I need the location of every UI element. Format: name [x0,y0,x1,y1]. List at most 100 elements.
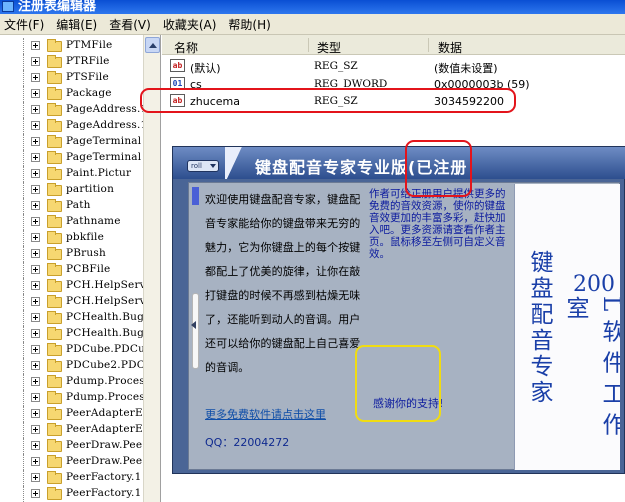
menu-favorites[interactable]: 收藏夹(A) [159,16,225,33]
expand-plus-icon[interactable] [31,361,40,370]
expand-plus-icon[interactable] [31,153,40,162]
expand-plus-icon[interactable] [31,121,40,130]
tree-item[interactable]: PeerAdapterE [0,406,143,422]
expand-plus-icon[interactable] [31,217,40,226]
tree-item[interactable]: PCHealth.Bug [0,326,144,342]
column-divider[interactable] [428,38,429,52]
tree-item[interactable]: PeerDraw.Pee [0,438,143,454]
tree-item[interactable]: PeerDraw.Pee [0,454,143,470]
expand-plus-icon[interactable] [31,201,40,210]
expand-plus-icon[interactable] [31,329,40,338]
expand-plus-icon[interactable] [31,345,40,354]
tree-item[interactable]: Path [0,198,143,214]
expand-plus-icon[interactable] [31,489,40,498]
tree-item[interactable]: PTMFile [0,38,143,54]
expand-plus-icon[interactable] [31,185,40,194]
tree-item-label: PeerFactory.1 [66,487,142,499]
tree-connector-line [23,198,24,214]
tree-item[interactable]: PeerFactory.1 [0,470,143,486]
expand-plus-icon[interactable] [31,441,40,450]
folder-icon [47,71,62,84]
tree-item[interactable]: PeerFactory.1 [0,486,143,502]
year-text: 200 [573,272,615,297]
tree-item[interactable]: PDCube2.PDCu [0,358,152,374]
expand-plus-icon[interactable] [31,457,40,466]
tree-item[interactable]: Paint.Pictur [0,166,143,182]
column-divider[interactable] [308,38,309,52]
tree-item[interactable]: PCH.HelpServ [0,278,146,294]
scroll-thumb[interactable] [192,293,199,369]
tree-connector-line [23,326,24,342]
tree-item[interactable]: PTRFile [0,54,143,70]
column-header-data[interactable]: 数据 [438,39,462,56]
expand-plus-icon[interactable] [31,57,40,66]
tree-connector-line [23,374,24,390]
tree-item[interactable]: PCH.HelpServ [0,294,146,310]
expand-plus-icon[interactable] [31,137,40,146]
tree-item-label: PeerDraw.Pee [66,455,143,467]
expand-plus-icon[interactable] [31,313,40,322]
tree-item-label: Pdump.Proces [66,375,145,387]
expand-plus-icon[interactable] [31,89,40,98]
tree-item[interactable]: PageTerminal [0,150,143,166]
tree-connector-line [23,470,24,486]
tree-connector-line [23,278,24,294]
expand-plus-icon[interactable] [31,377,40,386]
tree-connector-line [23,422,24,438]
tree-item[interactable]: PCHealth.Bug [0,310,144,326]
tree-item-label: Path [66,199,91,211]
folder-icon [47,231,62,244]
expand-plus-icon[interactable] [31,41,40,50]
value-row[interactable]: ab (默认) REG_SZ (数值未设置) [162,57,625,75]
app-popup-window[interactable]: roll 键盘配音专家专业版(已注册 欢迎使用键盘配音专家，键盘配音专家能给你的… [172,146,625,474]
folder-icon [47,375,62,388]
tree-item[interactable]: PageAddress.1 [0,118,147,134]
expand-plus-icon[interactable] [31,249,40,258]
expand-plus-icon[interactable] [31,473,40,482]
expand-plus-icon[interactable] [31,409,40,418]
expand-plus-icon[interactable] [31,297,40,306]
popup-titlebar[interactable]: roll 键盘配音专家专业版(已注册 [173,147,625,179]
menu-help[interactable]: 帮助(H) [224,16,278,33]
tree-item[interactable]: Pathname [0,214,143,230]
expand-plus-icon[interactable] [31,393,40,402]
folder-icon [47,247,62,260]
tree-item[interactable]: PCBFile [0,262,143,278]
expand-plus-icon[interactable] [31,105,40,114]
column-header-type[interactable]: 类型 [317,39,341,56]
tree-item[interactable]: partition [0,182,143,198]
scroll-up-arrow-icon[interactable] [145,37,160,53]
menu-view[interactable]: 查看(V) [105,16,159,33]
tree-item-label: PCH.HelpServ [66,279,146,291]
expand-plus-icon[interactable] [31,169,40,178]
menu-edit[interactable]: 编辑(E) [52,16,105,33]
roll-button[interactable]: roll [187,160,219,172]
tree-item[interactable]: Pdump.Proces [0,390,145,406]
menu-file[interactable]: 文件(F) [0,16,52,33]
expand-plus-icon[interactable] [31,233,40,242]
tree-item[interactable]: Pdump.Proces [0,374,145,390]
tree-item[interactable]: PTSFile [0,70,143,86]
tree-item[interactable]: Package [0,86,143,102]
tree-item[interactable]: PageAddress.1 [0,102,147,118]
tree-item-label: PDCube.PDCub [66,343,152,355]
tree-item[interactable]: PBrush [0,246,143,262]
column-header-name[interactable]: 名称 [174,39,198,56]
expand-plus-icon[interactable] [31,265,40,274]
window-titlebar[interactable]: 注册表编辑器 [0,0,625,14]
expand-plus-icon[interactable] [31,281,40,290]
expand-plus-icon[interactable] [31,425,40,434]
highlight-box-registered [405,140,472,197]
more-software-link[interactable]: 更多免费软件请点击这里 [205,406,363,422]
popup-scrollbar[interactable] [191,187,201,467]
tree-item[interactable]: PDCube.PDCub [0,342,152,358]
expand-plus-icon[interactable] [31,73,40,82]
tree-item-label: partition [66,183,115,195]
tree-item[interactable]: PageTerminal [0,134,143,150]
tree-item[interactable]: pbkfile [0,230,143,246]
scroll-indicator[interactable] [192,187,199,205]
title-decoration-icon [225,147,247,179]
collapse-arrow-icon[interactable] [191,321,196,329]
registry-key-tree[interactable]: PTMFile PTRFile PTSFile Package PageAddress.… [0,35,161,502]
tree-item[interactable]: PeerAdapterE [0,422,143,438]
